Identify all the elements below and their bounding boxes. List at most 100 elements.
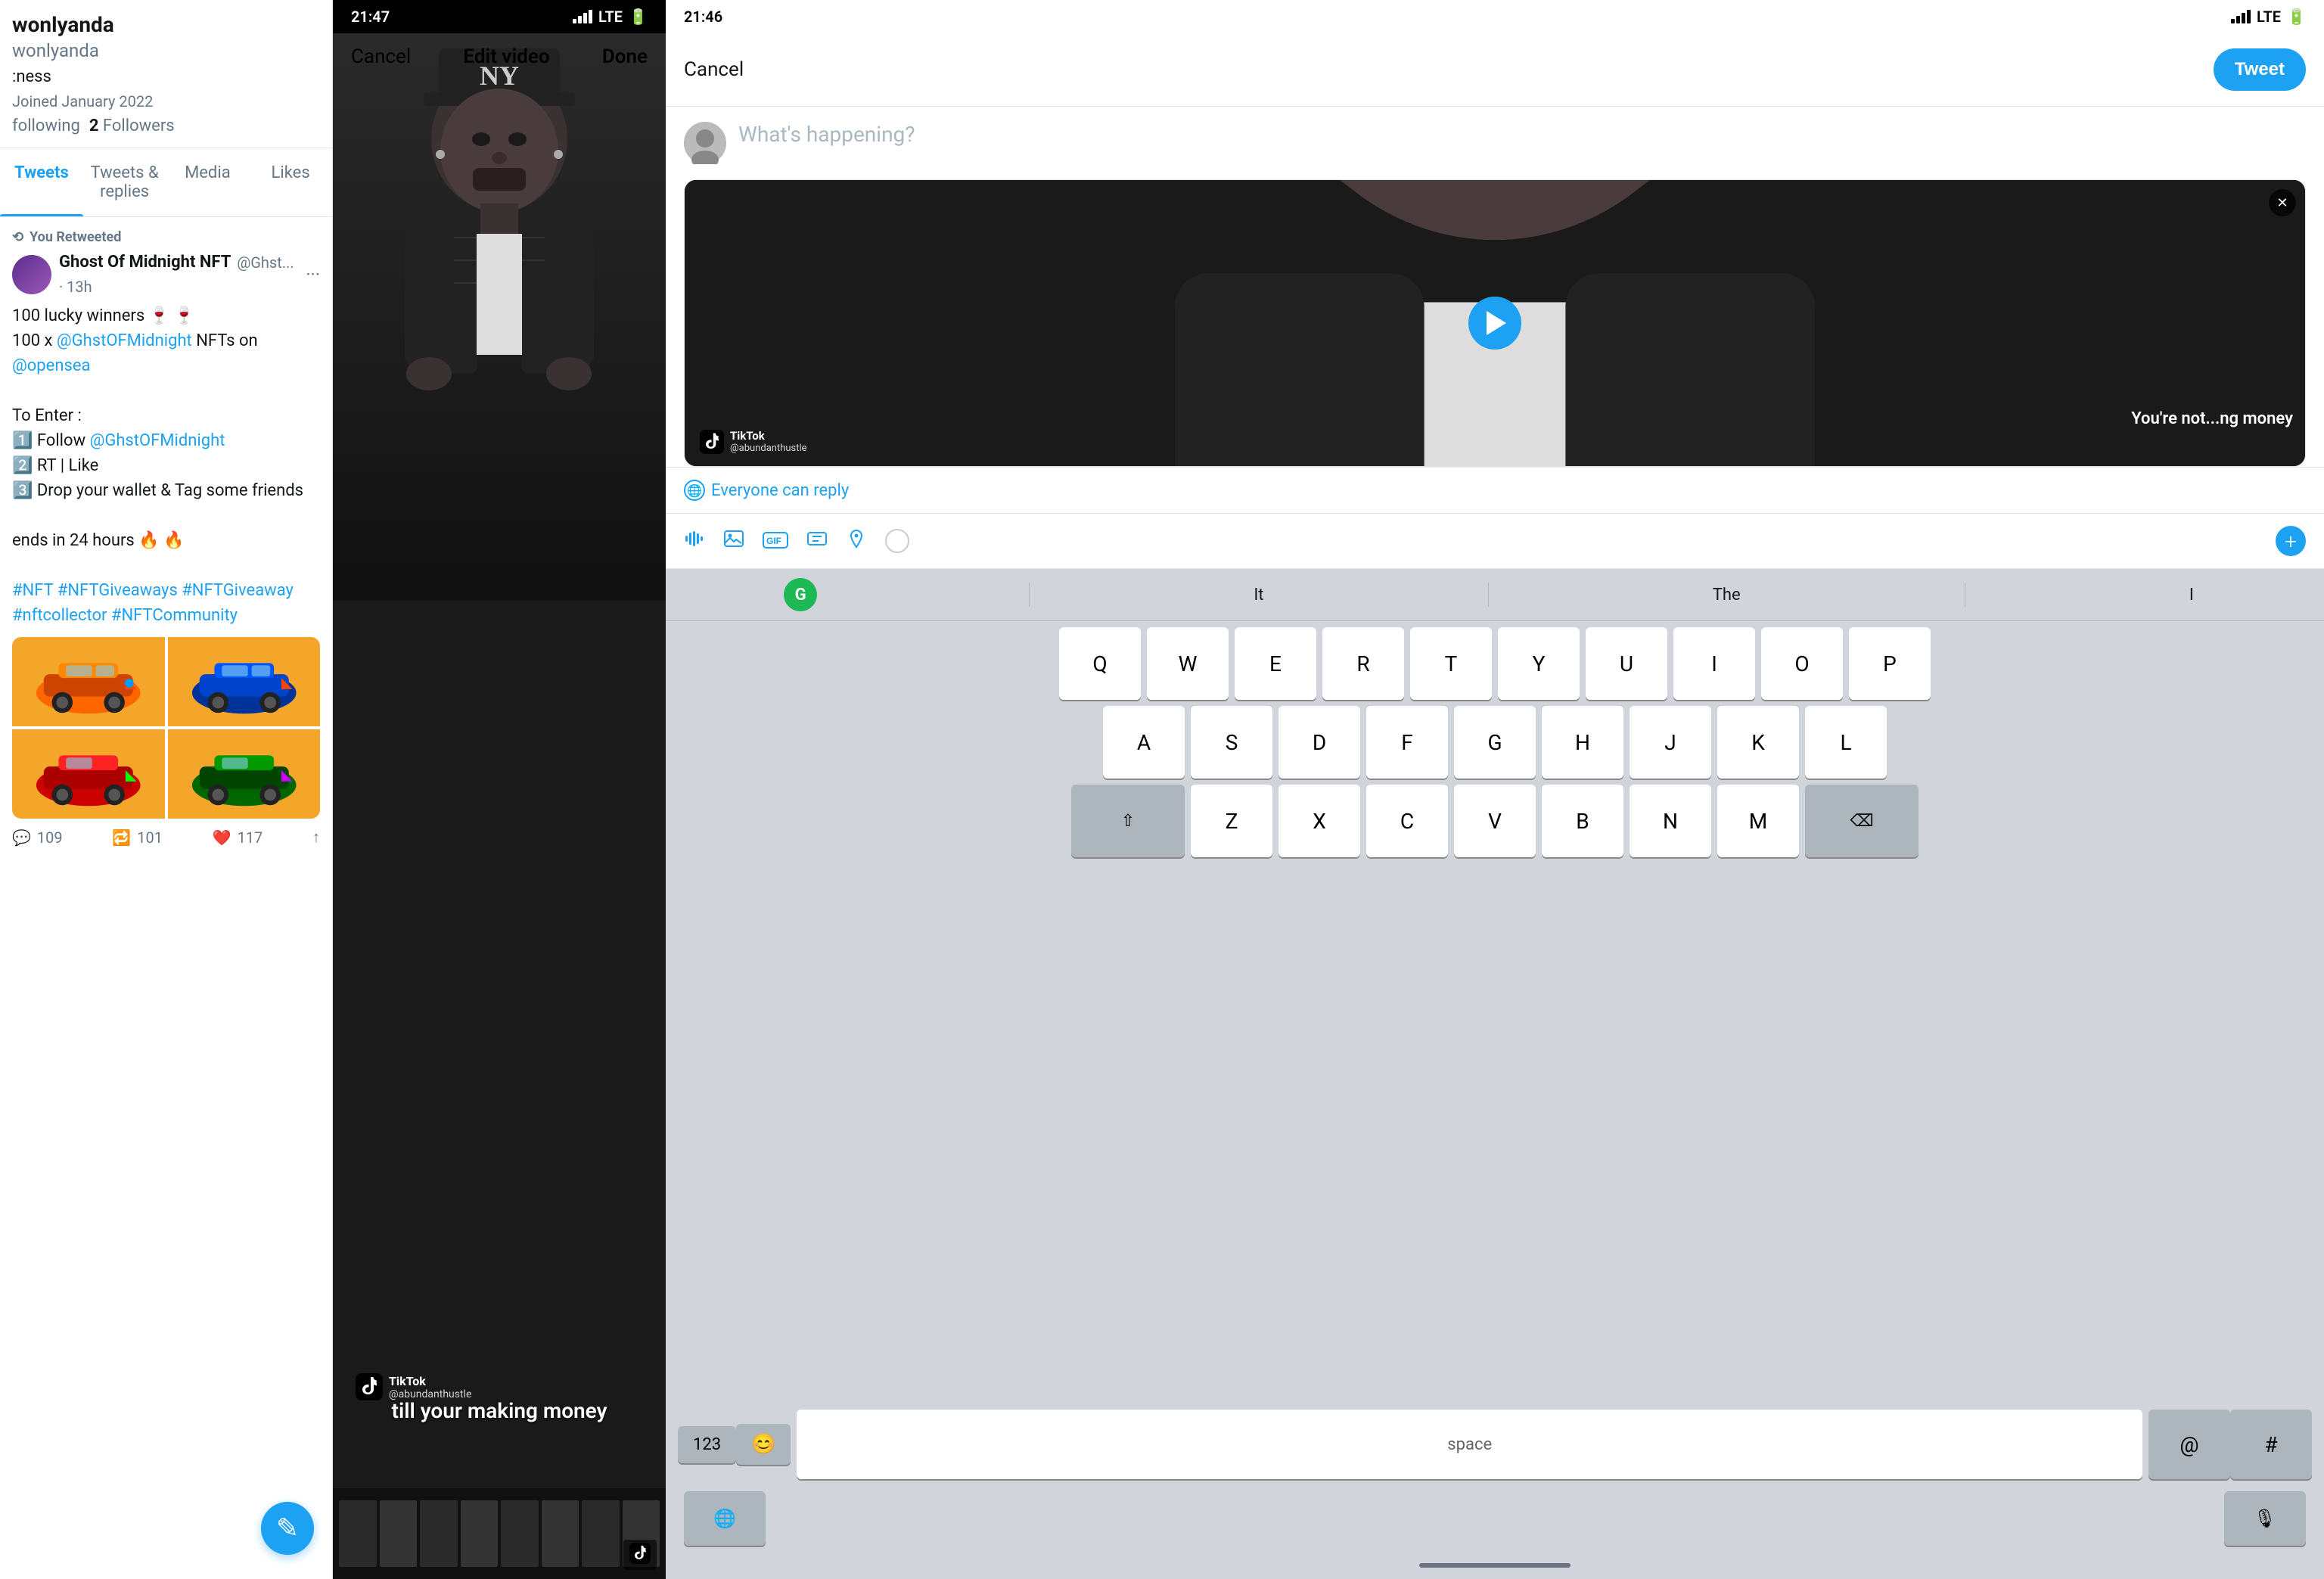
retweet-icon: ⟲ <box>12 229 23 245</box>
key-delete[interactable]: ⌫ <box>1805 785 1919 857</box>
video-done-btn[interactable]: Done <box>602 45 648 68</box>
play-button-overlay[interactable] <box>1468 297 1521 350</box>
key-r[interactable]: R <box>1322 627 1404 700</box>
key-s[interactable]: S <box>1191 706 1272 779</box>
reply-action[interactable]: 💬 109 <box>12 828 63 847</box>
tiktok-brand: TikTok <box>389 1374 471 1388</box>
lte-icon-right: LTE <box>2257 8 2281 26</box>
tweet-img-4 <box>168 729 321 819</box>
profile-panel: wonlyanda wonlyanda :ness Joined January… <box>0 0 333 1579</box>
author-info: Ghost Of Midnight NFT @Ghst... · 13h <box>59 253 298 296</box>
key-w[interactable]: W <box>1147 627 1229 700</box>
profile-header: wonlyanda wonlyanda :ness Joined January… <box>0 0 332 148</box>
key-n[interactable]: N <box>1630 785 1711 857</box>
add-media-btn[interactable]: + <box>2276 526 2306 556</box>
key-b[interactable]: B <box>1542 785 1623 857</box>
key-mic[interactable]: 🎙 <box>2224 1491 2306 1546</box>
keyboard-suggestions: G It The I <box>666 569 2324 621</box>
key-h[interactable]: H <box>1542 706 1623 779</box>
key-shift[interactable]: ⇧ <box>1071 785 1185 857</box>
key-v[interactable]: V <box>1454 785 1536 857</box>
key-j[interactable]: J <box>1630 706 1711 779</box>
tweet-submit-btn[interactable]: Tweet <box>2214 48 2306 91</box>
key-spacebar[interactable]: space <box>797 1410 2142 1479</box>
key-hash[interactable]: # <box>2230 1410 2312 1479</box>
key-z[interactable]: Z <box>1191 785 1272 857</box>
heart-icon: ❤️ <box>213 828 231 847</box>
timeline-thumb-2 <box>380 1500 418 1567</box>
suggestion-2[interactable]: The <box>1701 583 1753 608</box>
video-controls-bar: Cancel Edit video Done <box>333 33 666 80</box>
retweet-label: ⟲ You Retweeted <box>12 229 320 245</box>
reply-icon: 💬 <box>12 828 31 847</box>
compose-cancel-btn[interactable]: Cancel <box>684 58 744 81</box>
keyboard: G It The I Q W E R T Y U I O P <box>666 569 2324 1579</box>
handle: wonlyanda <box>12 40 320 61</box>
key-q[interactable]: Q <box>1059 627 1141 700</box>
key-t[interactable]: T <box>1410 627 1492 700</box>
key-u[interactable]: U <box>1586 627 1667 700</box>
key-i[interactable]: I <box>1673 627 1755 700</box>
play-icon <box>1487 311 1506 335</box>
key-o[interactable]: O <box>1761 627 1843 700</box>
audio-icon[interactable] <box>684 528 705 555</box>
tab-likes[interactable]: Likes <box>249 148 332 216</box>
timeline-tiktok-logo <box>623 1540 657 1570</box>
share-action[interactable]: ↑ <box>312 828 320 847</box>
key-emoji[interactable]: 😊 <box>736 1424 791 1465</box>
tab-media[interactable]: Media <box>166 148 250 216</box>
thread-icon[interactable] <box>885 529 909 553</box>
image-icon[interactable] <box>723 528 744 555</box>
key-k[interactable]: K <box>1717 706 1799 779</box>
tweet-author-row: Ghost Of Midnight NFT @Ghst... · 13h ··· <box>12 253 320 296</box>
tab-tweets[interactable]: Tweets <box>0 148 83 216</box>
key-f[interactable]: F <box>1366 706 1448 779</box>
return-key[interactable] <box>766 1491 2224 1546</box>
profile-tabs: Tweets Tweets & replies Media Likes <box>0 148 332 217</box>
keyboard-utility-row: 🌐 🎙 <box>666 1491 2324 1552</box>
battery-icon-right: 🔋 <box>2287 8 2306 26</box>
key-p[interactable]: P <box>1849 627 1931 700</box>
key-d[interactable]: D <box>1279 706 1360 779</box>
tab-tweets-replies[interactable]: Tweets & replies <box>83 148 166 216</box>
suggestion-1[interactable]: It <box>1241 583 1275 608</box>
compose-placeholder[interactable]: What's happening? <box>738 122 2306 147</box>
tiktok-watermark: TikTok @abundanthustle <box>356 1373 471 1400</box>
compose-fab[interactable]: ✎ <box>261 1502 314 1555</box>
more-options[interactable]: ··· <box>306 264 320 285</box>
video-timeline[interactable] <box>333 1488 666 1579</box>
list-icon[interactable] <box>806 528 828 555</box>
globe-icon: 🌐 <box>684 480 705 501</box>
timeline-thumb-4 <box>461 1500 499 1567</box>
video-cancel-btn[interactable]: Cancel <box>351 45 411 68</box>
key-l[interactable]: L <box>1805 706 1887 779</box>
keyboard-bottom-row: 123 😊 space @ # <box>666 1403 2324 1491</box>
key-g[interactable]: G <box>1454 706 1536 779</box>
keyboard-row-3: ⇧ Z X C V B N M ⌫ <box>669 785 2321 857</box>
location-icon[interactable] <box>846 528 867 555</box>
like-action[interactable]: ❤️ 117 <box>213 828 263 847</box>
key-e[interactable]: E <box>1235 627 1316 700</box>
home-indicator <box>666 1552 2324 1579</box>
gif-icon[interactable]: GIF <box>763 529 788 554</box>
key-a[interactable]: A <box>1103 706 1185 779</box>
key-m[interactable]: M <box>1717 785 1799 857</box>
tweet-img-2 <box>168 637 321 726</box>
retweet-action[interactable]: 🔁 101 <box>112 828 163 847</box>
grammarly-icon: G <box>784 578 817 611</box>
follow-stats: following 2 Followers <box>12 117 320 135</box>
reply-setting[interactable]: 🌐 Everyone can reply <box>666 467 2324 514</box>
share-icon: ↑ <box>312 828 320 847</box>
signal-icon-right <box>2231 10 2251 23</box>
key-globe[interactable]: 🌐 <box>684 1491 766 1546</box>
key-123[interactable]: 123 <box>678 1426 736 1463</box>
video-preview: NY <box>333 33 666 1521</box>
close-preview-btn[interactable]: ✕ <box>2269 189 2296 216</box>
suggestion-3[interactable]: I <box>2177 583 2206 608</box>
key-y[interactable]: Y <box>1498 627 1580 700</box>
status-time-right: 21:46 <box>684 8 722 26</box>
key-c[interactable]: C <box>1366 785 1448 857</box>
svg-text:GIF: GIF <box>766 536 781 546</box>
key-at[interactable]: @ <box>2148 1410 2230 1479</box>
key-x[interactable]: X <box>1279 785 1360 857</box>
